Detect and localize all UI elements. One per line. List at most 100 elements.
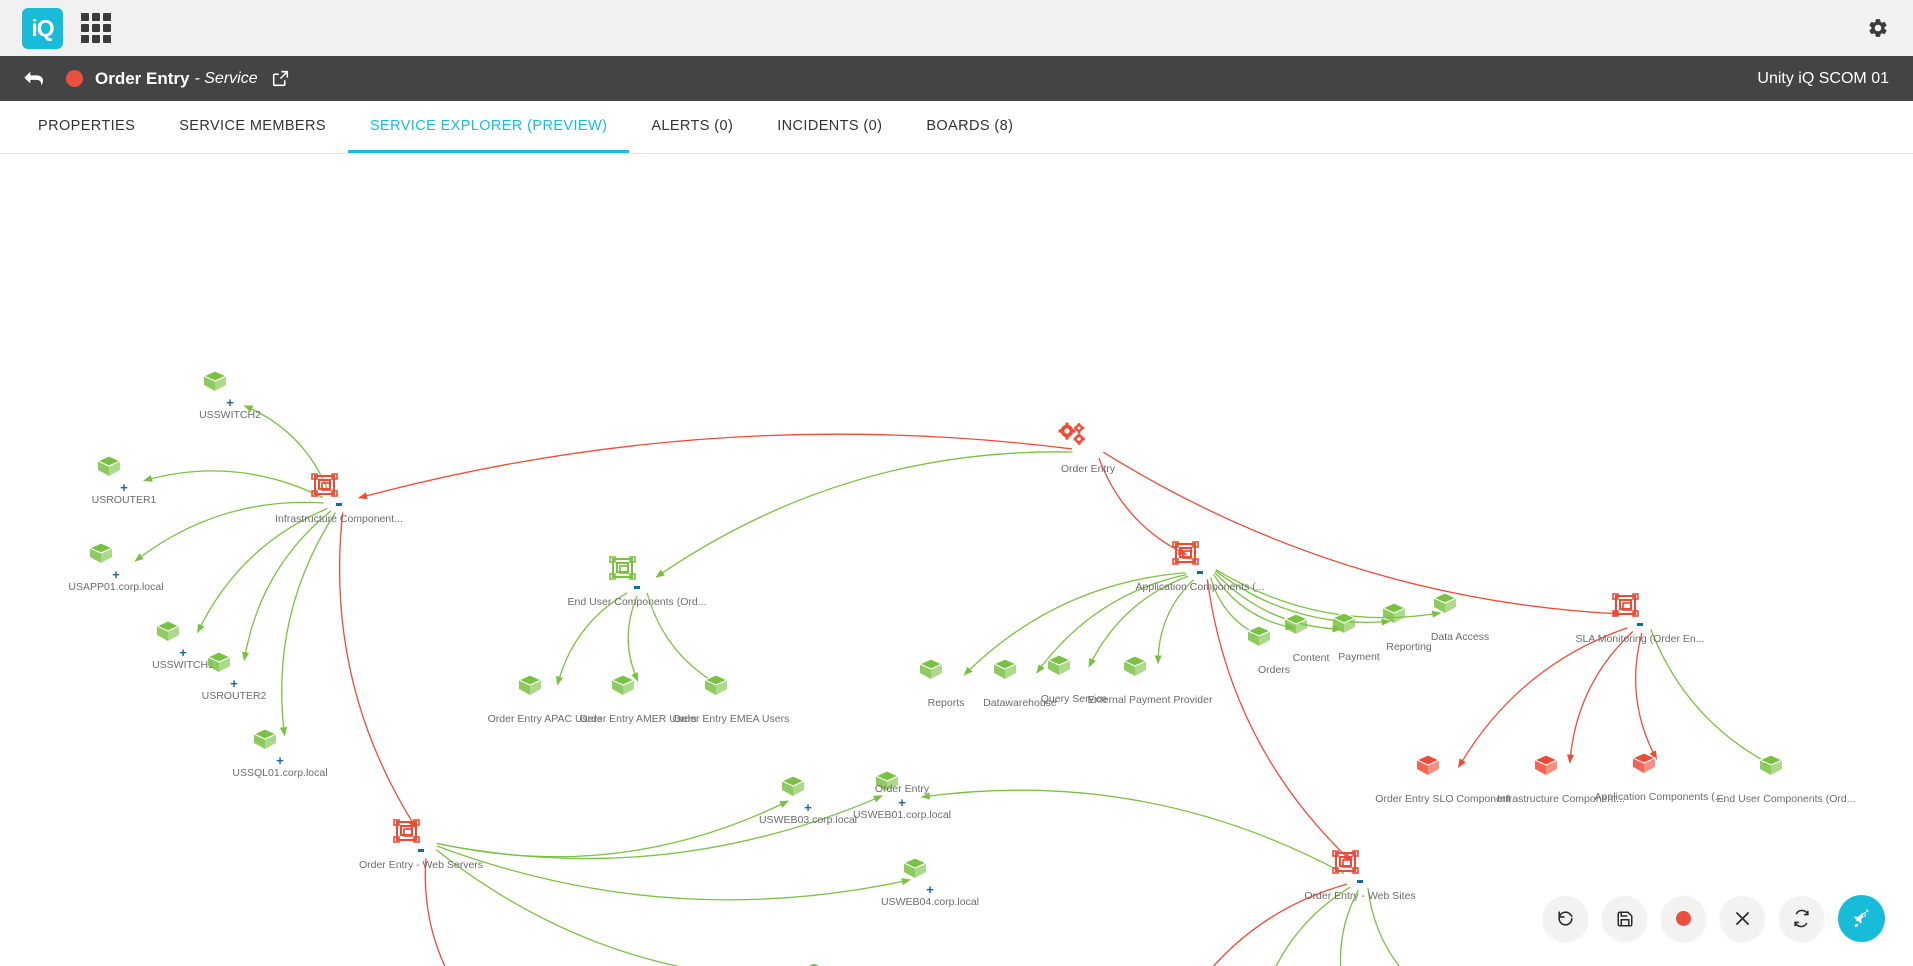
- node-label: Order Entry: [874, 783, 930, 795]
- collapse-handle[interactable]: [634, 586, 640, 589]
- node-oe-slo-component[interactable]: Order Entry SLO Component: [1375, 754, 1511, 805]
- node-usweb03[interactable]: + USWEB03.corp.local: [759, 775, 857, 826]
- node-oe-web-sites[interactable]: Order Entry - Web Sites: [1304, 850, 1416, 902]
- node-oe-amer-users[interactable]: Order Entry AMER Users: [579, 674, 697, 725]
- graph-edge: [143, 470, 324, 499]
- refresh-button[interactable]: [1779, 896, 1824, 941]
- node-orders[interactable]: Orders: [1246, 625, 1290, 676]
- node-label: Infrastructure Component...: [275, 513, 403, 525]
- graph-edge: [920, 789, 1345, 875]
- node-label: Orders: [1257, 664, 1291, 676]
- page-subtitle: - Service: [194, 69, 258, 87]
- external-link-icon[interactable]: [272, 70, 289, 87]
- expand-plus-icon[interactable]: +: [276, 754, 284, 767]
- expand-plus-icon[interactable]: +: [120, 481, 128, 494]
- cube-icon: [608, 672, 638, 698]
- cube-icon: [1044, 652, 1074, 678]
- expand-plus-icon[interactable]: +: [179, 646, 187, 659]
- tab-service-members[interactable]: SERVICE MEMBERS: [157, 101, 348, 153]
- graph-edge: [1650, 629, 1774, 767]
- undo-icon: [1556, 909, 1575, 928]
- tab-bar: PROPERTIES SERVICE MEMBERS SERVICE EXPLORE…: [0, 101, 1913, 154]
- collapse-handle[interactable]: [418, 849, 424, 852]
- expand-plus-icon[interactable]: +: [804, 801, 812, 814]
- node-query-service[interactable]: Query Service: [1041, 654, 1107, 705]
- node-enduser-comp-2[interactable]: End User Components (Ord...: [1717, 754, 1855, 805]
- node-order-entry-root[interactable]: Order Entry: [1058, 422, 1115, 475]
- graph-edge: [134, 501, 324, 562]
- graph-edge: [424, 858, 446, 966]
- tab-service-explorer-preview[interactable]: SERVICE EXPLORER (PREVIEW): [347, 101, 630, 153]
- grid-cell: [92, 13, 100, 21]
- node-datawarehouse[interactable]: Datawarehouse: [983, 658, 1057, 709]
- grid-cell: [103, 35, 111, 43]
- tab-alerts-0[interactable]: ALERTS (0): [629, 101, 755, 153]
- node-label: USWEB01.corp.local: [852, 809, 952, 821]
- tab-incidents-0[interactable]: INCIDENTS (0): [755, 101, 904, 153]
- node-infra-components[interactable]: Infrastructure Component...: [275, 473, 403, 525]
- node-infra-component-2[interactable]: Infrastructure Component...: [1497, 754, 1625, 805]
- node-data-access[interactable]: Data Access: [1431, 592, 1489, 643]
- node-payment[interactable]: Payment: [1331, 612, 1380, 663]
- node-app-components-2[interactable]: Application Components (...: [1595, 752, 1723, 803]
- expand-plus-icon[interactable]: +: [230, 677, 238, 690]
- tab-boards-8[interactable]: BOARDS (8): [904, 101, 1035, 153]
- cube-icon: [1329, 610, 1359, 636]
- node-label: USSQL01.corp.local: [232, 767, 328, 779]
- back-arrow-icon[interactable]: [22, 69, 44, 89]
- node-usrouter1[interactable]: + USROUTER1: [92, 455, 156, 506]
- expand-icon: [1733, 909, 1752, 928]
- cube-icon: [1379, 600, 1409, 626]
- collapse-handle[interactable]: [336, 503, 342, 506]
- node-label: USWEB03.corp.local: [758, 814, 858, 826]
- node-enduser-components[interactable]: End User Components (Ord...: [568, 556, 706, 608]
- expand-plus-icon[interactable]: +: [926, 883, 934, 896]
- node-usswitch1[interactable]: + USSWITCH1: [152, 620, 214, 671]
- app-header: iQ: [0, 0, 1913, 56]
- collapse-handle[interactable]: [1637, 623, 1643, 626]
- tab-properties[interactable]: PROPERTIES: [16, 101, 157, 153]
- status-dot-critical: [66, 70, 83, 87]
- expand-plus-icon[interactable]: +: [898, 796, 906, 809]
- group-icon: [1330, 850, 1360, 876]
- node-oe-emea-users[interactable]: Order Entry EMEA Users: [673, 674, 789, 725]
- expand-button[interactable]: [1720, 896, 1765, 941]
- node-usapp01[interactable]: + USAPP01.corp.local: [68, 542, 164, 593]
- node-reporting[interactable]: Reporting: [1381, 602, 1432, 653]
- node-reports[interactable]: Reports: [918, 658, 964, 709]
- expand-plus-icon[interactable]: +: [112, 568, 120, 581]
- node-oe-apac-users[interactable]: Order Entry APAC Users: [488, 674, 602, 725]
- service-explorer-canvas[interactable]: + USSWITCH2 + USROUTER1 + USAPP01.corp.local +…: [0, 154, 1913, 966]
- node-usswitch2[interactable]: + USSWITCH2: [199, 370, 261, 421]
- node-ussql01[interactable]: + USSQL01.corp.local: [232, 728, 328, 779]
- node-sla-monitoring[interactable]: SLA Monitoring (Order En...: [1576, 593, 1704, 645]
- group-icon: [309, 473, 339, 499]
- node-app-components[interactable]: Application Components (...: [1136, 541, 1264, 593]
- node-usrouter2[interactable]: + USROUTER2: [202, 651, 266, 702]
- gear-icon[interactable]: [1867, 17, 1889, 39]
- undo-button[interactable]: [1543, 896, 1588, 941]
- node-content[interactable]: Content: [1283, 613, 1329, 664]
- grid-cell: [81, 35, 89, 43]
- node-ext-payment[interactable]: External Payment Provider: [1088, 655, 1212, 706]
- node-usweb04[interactable]: + USWEB04.corp.local: [881, 857, 979, 908]
- rocket-button[interactable]: [1838, 895, 1885, 942]
- graph-edge: [435, 849, 680, 966]
- iq-logo[interactable]: iQ: [22, 7, 63, 49]
- group-icon: [391, 819, 421, 845]
- save-button[interactable]: [1602, 896, 1647, 941]
- record-button[interactable]: [1661, 896, 1706, 941]
- node-oe-web-servers[interactable]: Order Entry - Web Servers: [359, 819, 483, 871]
- cube-icon: [1531, 752, 1561, 778]
- record-icon: [1676, 911, 1691, 926]
- node-label: Data Access: [1430, 631, 1490, 643]
- apps-grid-icon[interactable]: [81, 13, 111, 43]
- node-label: Reports: [927, 697, 965, 709]
- expand-plus-icon[interactable]: +: [226, 396, 234, 409]
- node-label: USROUTER2: [201, 690, 267, 702]
- collapse-handle[interactable]: [1197, 571, 1203, 574]
- cube-icon: [701, 672, 731, 698]
- node-label: USAPP01.corp.local: [68, 581, 164, 593]
- collapse-handle[interactable]: [1357, 880, 1363, 883]
- cube-icon: [86, 540, 116, 566]
